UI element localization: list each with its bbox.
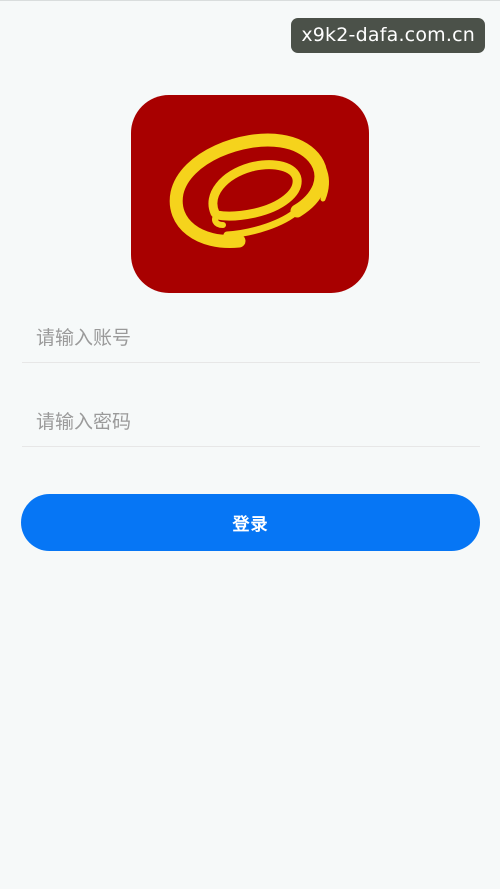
watermark-label: x9k2-dafa.com.cn: [291, 18, 485, 53]
account-input[interactable]: [22, 307, 480, 362]
account-field: [22, 307, 480, 363]
login-screen: x9k2-dafa.com.cn 登录: [0, 0, 500, 889]
login-button[interactable]: 登录: [21, 494, 480, 551]
password-input[interactable]: [22, 391, 480, 446]
password-field: [22, 391, 480, 447]
ring-swirl-logo-icon: [169, 133, 329, 248]
app-logo: [131, 95, 369, 293]
